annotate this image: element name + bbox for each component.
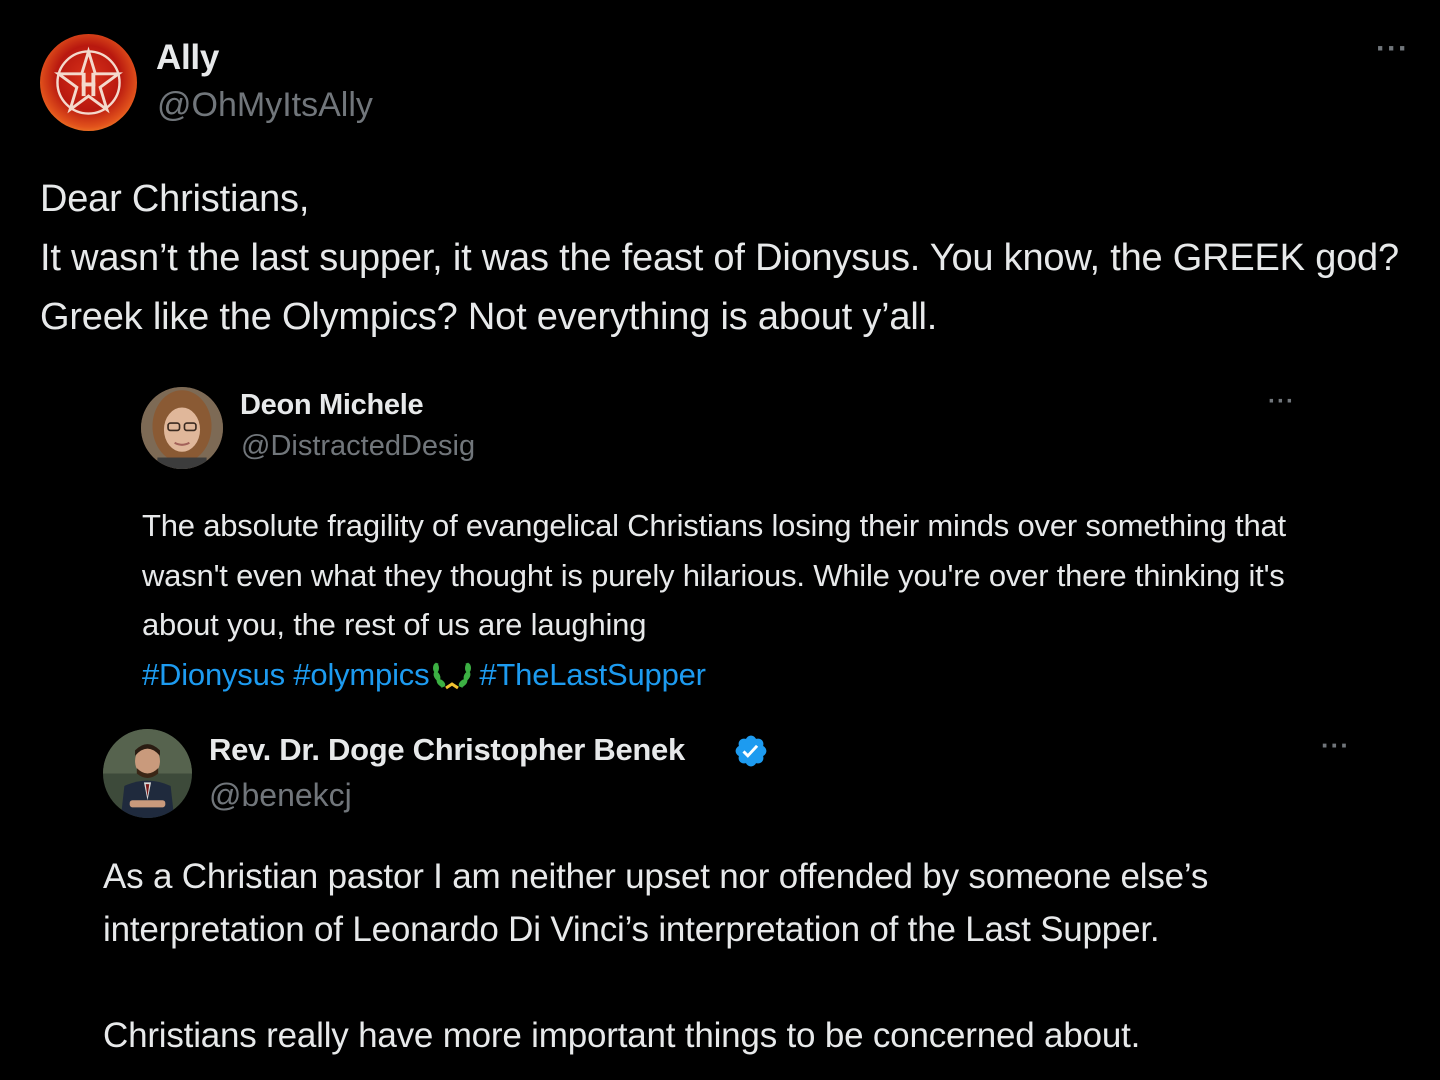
author-handle[interactable]: @OhMyItsAlly: [157, 86, 373, 125]
tweet-text: The absolute fragility of evangelical Ch…: [142, 501, 1342, 699]
user-photo-avatar: [103, 729, 192, 818]
more-options-icon[interactable]: ···: [1268, 388, 1295, 416]
more-options-icon[interactable]: ···: [1376, 32, 1409, 66]
laurel-wreath-icon: [431, 655, 473, 691]
verified-badge-icon[interactable]: [733, 733, 769, 769]
hashtag-thelastsupper[interactable]: #TheLastSupper: [479, 657, 706, 692]
author-name[interactable]: Deon Michele: [240, 389, 424, 422]
user-photo-avatar: [141, 387, 223, 469]
more-options-icon[interactable]: ···: [1321, 730, 1350, 761]
avatar[interactable]: [40, 34, 137, 131]
tweet-text: Dear Christians, It wasn’t the last supp…: [40, 178, 1399, 338]
hashtag-olympics[interactable]: #olympics: [293, 657, 429, 692]
houston-star-logo-icon: [40, 34, 137, 131]
author-handle[interactable]: @DistractedDesig: [241, 430, 475, 463]
author-handle[interactable]: @benekcj: [209, 777, 352, 814]
author-name[interactable]: Ally: [156, 38, 219, 78]
author-name[interactable]: Rev. Dr. Doge Christopher Benek: [209, 732, 685, 768]
avatar[interactable]: [103, 729, 192, 818]
tweet-text: As a Christian pastor I am neither upset…: [103, 857, 1209, 1055]
tweet-text-body: The absolute fragility of evangelical Ch…: [142, 508, 1286, 642]
hashtag-dionysus[interactable]: #Dionysus: [142, 657, 285, 692]
avatar[interactable]: [141, 387, 223, 469]
